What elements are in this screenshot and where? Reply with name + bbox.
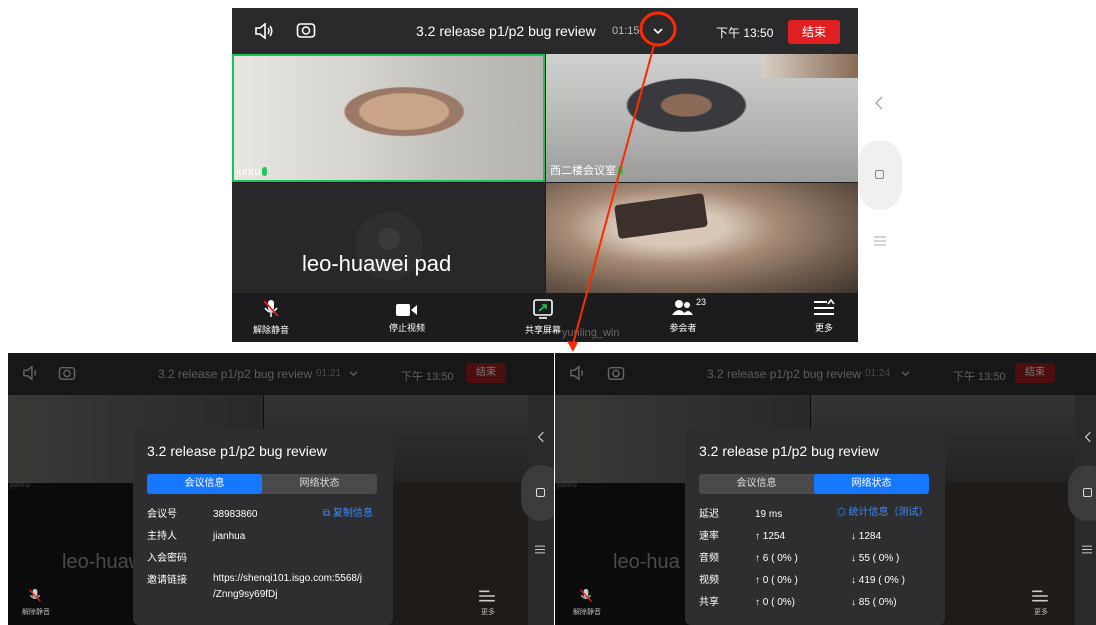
highlight-circle	[639, 11, 677, 47]
annotation-arrow	[572, 44, 655, 345]
arrow-head	[567, 341, 578, 352]
annotation-overlay	[567, 11, 677, 352]
